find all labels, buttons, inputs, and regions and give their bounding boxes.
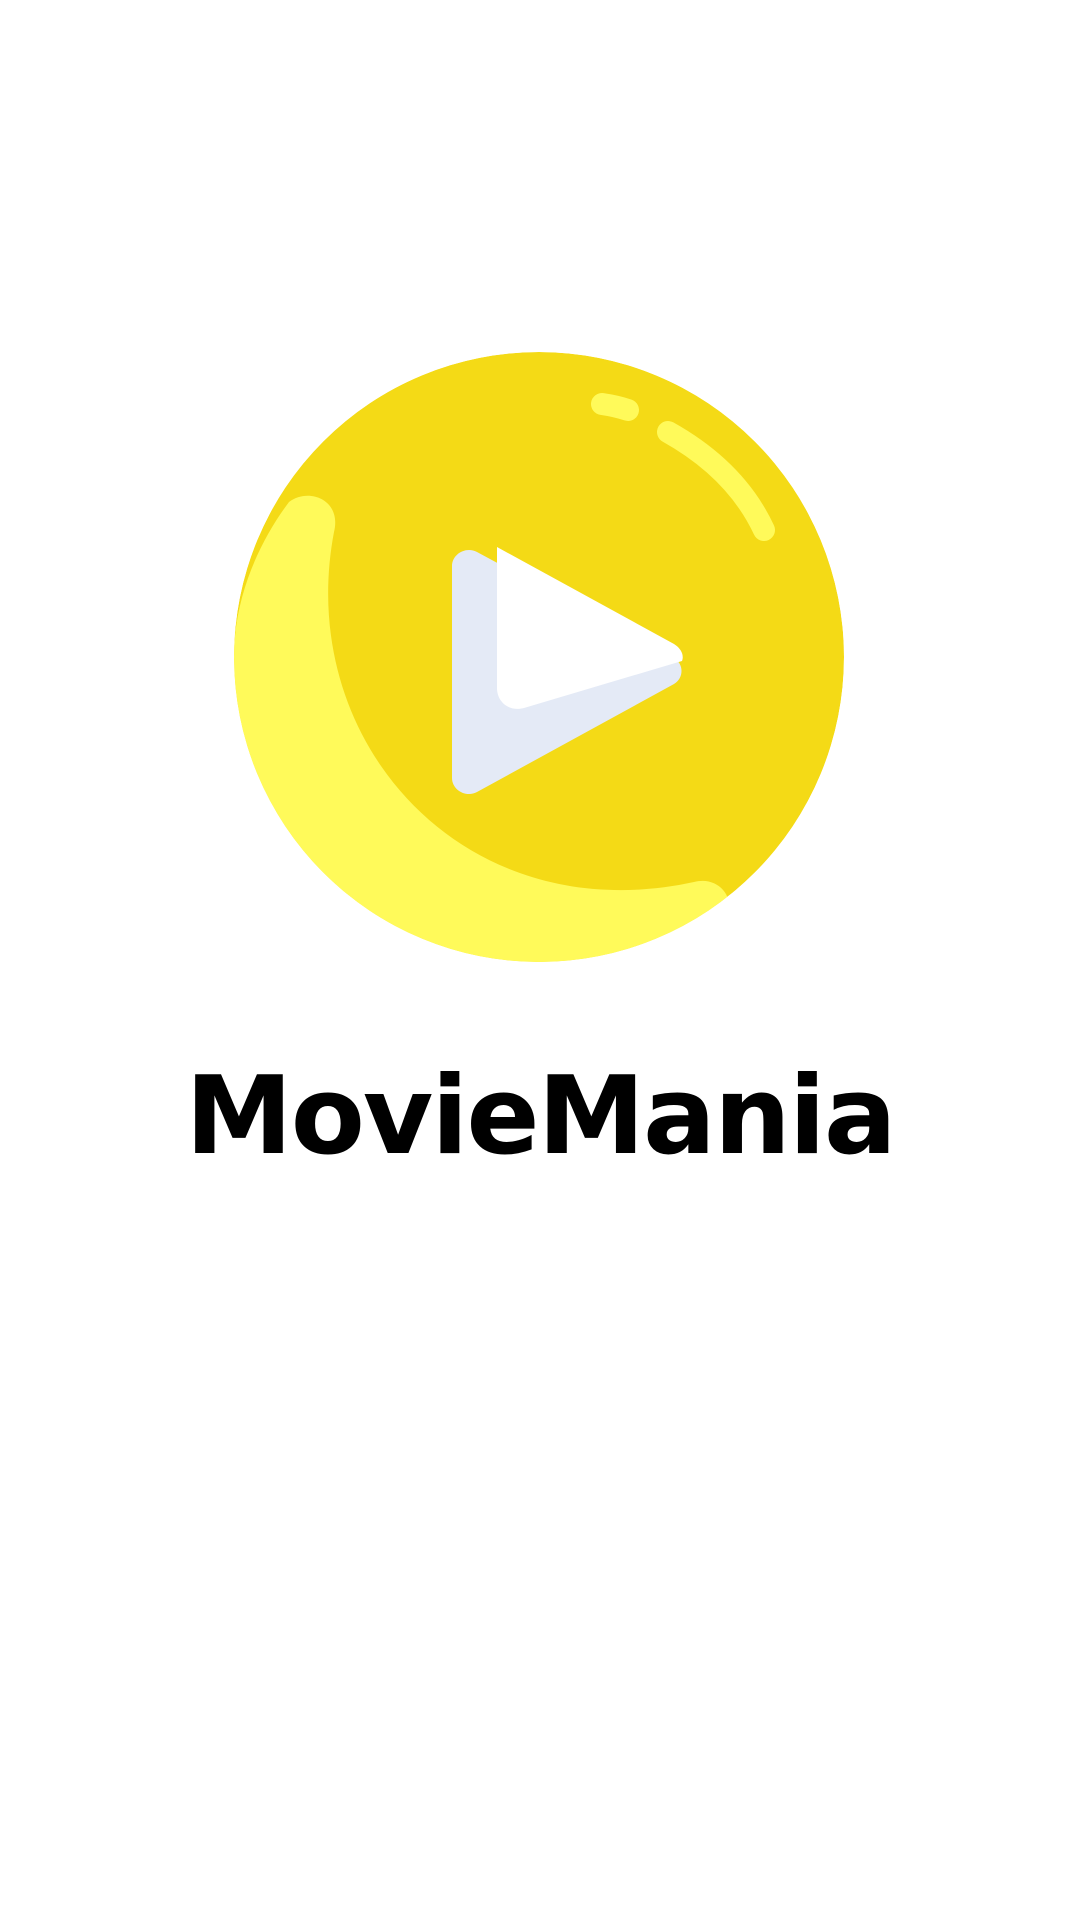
splash-screen: MovieMania: [0, 0, 1080, 1920]
app-title: MovieMania: [185, 1054, 896, 1179]
highlight-dash: [591, 393, 639, 421]
play-button-icon: [234, 352, 844, 962]
